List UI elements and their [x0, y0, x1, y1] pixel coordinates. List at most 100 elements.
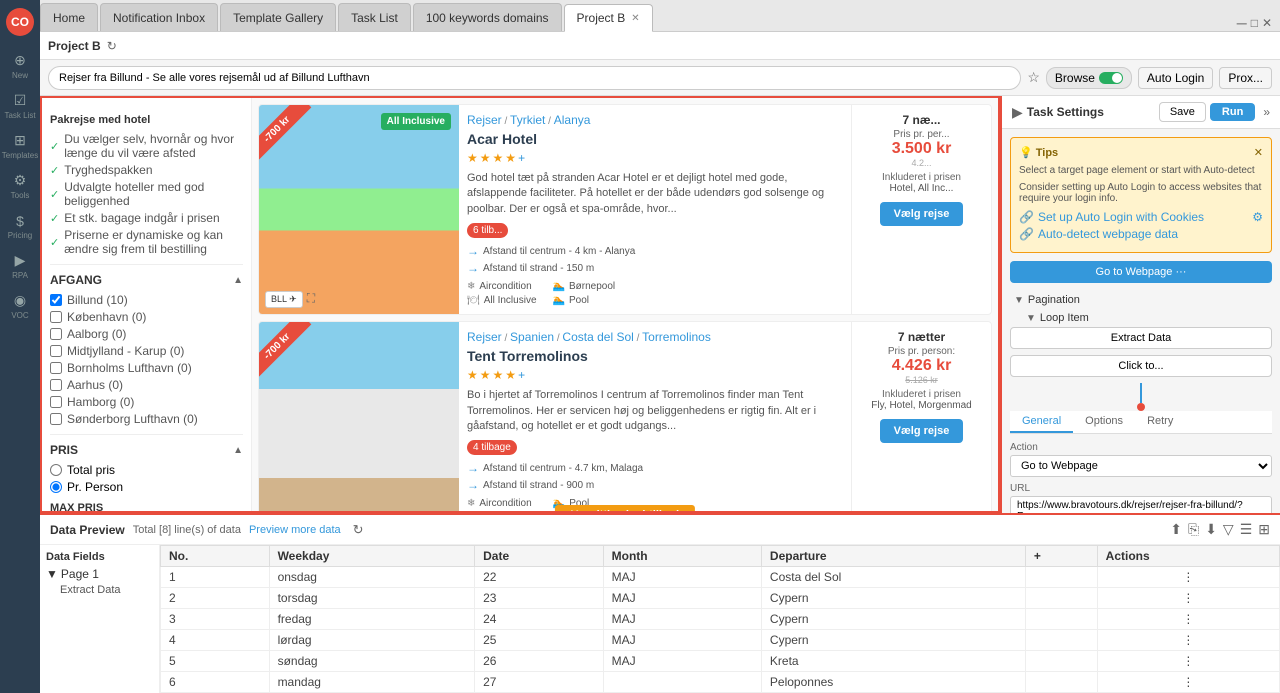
auto-login-button[interactable]: Auto Login	[1138, 67, 1213, 89]
city-aarhus-checkbox[interactable]	[50, 379, 62, 391]
export-icon[interactable]: ⬆	[1170, 521, 1182, 538]
city-aarhus[interactable]: Aarhus (0)	[50, 378, 243, 392]
sidebar-item-pricing[interactable]: $ Pricing	[2, 208, 38, 244]
tips-popup: 💡 Tips ✕ Select a target page element or…	[1010, 137, 1272, 253]
tab-home[interactable]: Home	[40, 3, 98, 31]
left-sidebar: CO ⊕ New ☑ Task List ⊞ Templates ⚙ Tools…	[0, 0, 40, 693]
tab-retry[interactable]: Retry	[1135, 411, 1185, 433]
price-range: 4.2...	[911, 158, 931, 168]
download-icon[interactable]: ⬇	[1205, 521, 1217, 538]
choose-trip-button[interactable]: Vælg rejse	[880, 419, 964, 443]
maximize-icon[interactable]: □	[1251, 16, 1258, 30]
city-hamborg[interactable]: Hamborg (0)	[50, 395, 243, 409]
header-icons: ⬆ ⎘ ⬇ ▽ ☰ ⊞	[1170, 521, 1270, 538]
url-input[interactable]: https://www.bravotours.dk/rejser/rejser-…	[1010, 496, 1272, 513]
cell-actions[interactable]: ⋮	[1097, 567, 1279, 588]
departure-section-header[interactable]: AFGANG ▲	[50, 264, 243, 287]
tips-link2[interactable]: 🔗 Auto-detect webpage data	[1019, 227, 1263, 241]
extract-data-item[interactable]: Extract Data	[60, 584, 153, 596]
price-chevron-icon: ▲	[233, 445, 243, 456]
price-person-radio[interactable]	[50, 481, 62, 493]
city-bornholm-checkbox[interactable]	[50, 362, 62, 374]
proxy-button[interactable]: Prox...	[1219, 67, 1272, 89]
copy-icon[interactable]: ⎘	[1188, 521, 1199, 538]
filter-icon[interactable]: ▽	[1223, 521, 1234, 538]
web-panel: Pakrejse med hotel ✓Du vælger selv, hvor…	[40, 96, 1000, 513]
distance-item: → Afstand til centrum - 4.7 km, Malaga	[467, 461, 843, 475]
tab-options[interactable]: Options	[1073, 411, 1135, 433]
refresh-icon[interactable]: ↻	[107, 39, 117, 53]
tab-close-icon[interactable]: ✕	[631, 13, 639, 24]
sidebar-item-new[interactable]: ⊕ New	[2, 48, 38, 84]
city-kobenhavn-checkbox[interactable]	[50, 311, 62, 323]
price-section-header[interactable]: PRIS ▲	[50, 434, 243, 457]
feature-item: ✓Priserne er dynamiske og kan ændre sig …	[50, 228, 243, 256]
tab-project-b[interactable]: Project B ✕	[564, 4, 653, 32]
sidebar-item-templates[interactable]: ⊞ Templates	[2, 128, 38, 164]
tab-general[interactable]: General	[1010, 411, 1073, 433]
city-bornholm[interactable]: Bornholms Lufthavn (0)	[50, 361, 243, 375]
list-view-icon[interactable]: ☰	[1240, 521, 1253, 538]
tips-link1[interactable]: 🔗 Set up Auto Login with Cookies ⚙	[1019, 210, 1263, 224]
run-button[interactable]: Run	[1210, 103, 1255, 121]
cell-actions[interactable]: ⋮	[1097, 630, 1279, 651]
price-total[interactable]: Total pris	[50, 463, 243, 477]
tab-notification[interactable]: Notification Inbox	[100, 3, 218, 31]
city-aalborg-checkbox[interactable]	[50, 328, 62, 340]
city-hamborg-checkbox[interactable]	[50, 396, 62, 408]
close-window-icon[interactable]: ✕	[1262, 16, 1272, 30]
bookmark-icon[interactable]: ☆	[1027, 69, 1040, 86]
cell-actions[interactable]: ⋮	[1097, 651, 1279, 672]
collapse-icon: ▼	[1026, 313, 1036, 324]
save-button[interactable]: Save	[1159, 102, 1206, 122]
tab-keywords[interactable]: 100 keywords domains	[413, 3, 562, 31]
tree-pagination[interactable]: ▼ Pagination	[1010, 291, 1272, 309]
city-sonderborg-checkbox[interactable]	[50, 413, 62, 425]
departure-chevron-icon: ▲	[233, 275, 243, 286]
sidebar-item-tasklist[interactable]: ☑ Task List	[2, 88, 38, 124]
minimize-icon[interactable]: ─	[1237, 15, 1247, 31]
cell-departure: Costa del Sol	[761, 567, 1025, 588]
table-row: 5 søndag 26 MAJ Kreta ⋮	[161, 651, 1280, 672]
tips-close-button[interactable]: ✕	[1254, 146, 1263, 159]
sidebar-item-rpa[interactable]: ▶ RPA	[2, 248, 38, 284]
expand-image-icon[interactable]: ⛶	[307, 291, 315, 308]
city-midtjylland[interactable]: Midtjylland - Karup (0)	[50, 344, 243, 358]
sidebar-item-tools[interactable]: ⚙ Tools	[2, 168, 38, 204]
page-item[interactable]: ▼ Page 1	[46, 567, 153, 581]
cell-actions[interactable]: ⋮	[1097, 588, 1279, 609]
city-aalborg[interactable]: Aalborg (0)	[50, 327, 243, 341]
action-select[interactable]: Go to Webpage	[1010, 455, 1272, 477]
choose-trip-button[interactable]: Vælg rejse	[880, 202, 964, 226]
sidebar-item-label: VOC	[11, 311, 28, 320]
browse-toggle-knob[interactable]	[1099, 72, 1123, 84]
col-add[interactable]: +	[1025, 546, 1097, 567]
tab-template-gallery[interactable]: Template Gallery	[220, 3, 336, 31]
address-input[interactable]	[48, 66, 1021, 90]
tree-loop-item[interactable]: ▼ Loop Item	[1022, 309, 1272, 327]
price-total-radio[interactable]	[50, 464, 62, 476]
city-midtjylland-checkbox[interactable]	[50, 345, 62, 357]
city-sonderborg[interactable]: Sønderborg Lufthavn (0)	[50, 412, 243, 426]
browse-toggle[interactable]: Browse	[1046, 67, 1132, 89]
preview-more-link[interactable]: Preview more data	[249, 524, 341, 536]
cell-actions[interactable]: ⋮	[1097, 609, 1279, 630]
cell-departure: Cypern	[761, 609, 1025, 630]
go-to-webpage-button[interactable]: Go to Webpage ···	[1010, 261, 1272, 283]
tab-task-list[interactable]: Task List	[338, 3, 411, 31]
cell-actions[interactable]: ⋮	[1097, 672, 1279, 693]
city-kobenhavn[interactable]: København (0)	[50, 310, 243, 324]
price-person[interactable]: Pr. Person	[50, 480, 243, 494]
refresh-data-icon[interactable]: ↻	[353, 522, 364, 538]
sidebar-item-voc[interactable]: ◉ VOC	[2, 288, 38, 324]
click-to-button[interactable]: Click to...	[1010, 355, 1272, 377]
tag-badge: 6 tilb...	[467, 223, 508, 238]
expand-panel-icon[interactable]: »	[1263, 105, 1270, 119]
hotel-features: ❄Aircondition 🍽All Inclusive 🏊Børnepool …	[467, 281, 843, 306]
grid-view-icon[interactable]: ⊞	[1258, 521, 1270, 538]
cell-date: 27	[475, 672, 604, 693]
app-logo[interactable]: CO	[6, 8, 34, 36]
extract-data-button[interactable]: Extract Data	[1010, 327, 1272, 349]
city-billund-checkbox[interactable]	[50, 294, 62, 306]
city-billund[interactable]: Billund (10)	[50, 293, 243, 307]
